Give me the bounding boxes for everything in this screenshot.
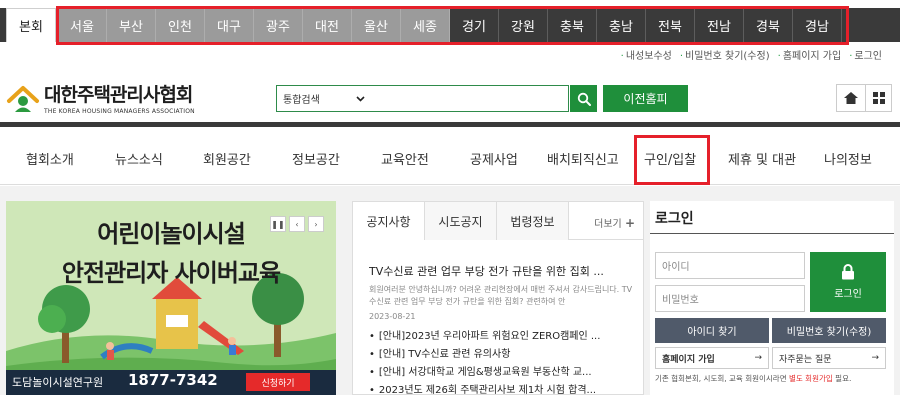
logo-korean-name: 대한주택관리사협회 bbox=[44, 84, 193, 106]
tab-jeonnam[interactable]: 전남 bbox=[695, 8, 744, 42]
list-item[interactable]: • [안내]2023년 우리아파트 위험요인 ZERO캠페인 ... bbox=[369, 328, 637, 346]
grid-icon bbox=[872, 92, 885, 104]
tab-gwangju[interactable]: 광주 bbox=[254, 8, 303, 42]
notice-list: • [안내]2023년 우리아파트 위험요인 ZERO캠페인 ... • [안내] … bbox=[369, 328, 637, 395]
home-button[interactable] bbox=[836, 84, 866, 112]
tab-jeonbuk[interactable]: 전북 bbox=[646, 8, 695, 42]
nav-info[interactable]: 정보공간 bbox=[292, 149, 340, 168]
tab-busan[interactable]: 부산 bbox=[107, 8, 156, 42]
find-id-button[interactable]: 아이디 찾기 bbox=[655, 318, 769, 343]
list-item[interactable]: • [안내] TV수신료 관련 유의사항 bbox=[369, 346, 637, 364]
search-input[interactable] bbox=[369, 86, 568, 111]
site-logo[interactable]: 대한주택관리사협회 THE KOREA HOUSING MANAGERS ASS… bbox=[6, 80, 195, 115]
tab-daegu[interactable]: 대구 bbox=[205, 8, 254, 42]
tab-seoul[interactable]: 서울 bbox=[58, 8, 107, 42]
login-button[interactable]: 로그인 bbox=[810, 252, 886, 312]
arrow-right-icon: → bbox=[754, 353, 762, 363]
faq-link[interactable]: 자주묻는 질문 → bbox=[772, 347, 886, 369]
lock-icon bbox=[842, 264, 854, 280]
util-login[interactable]: · 로그인 bbox=[849, 47, 882, 62]
search-box: 통합검색 bbox=[276, 85, 569, 112]
main-nav: 협회소개 뉴스소식 회원공간 정보공간 교육안전 공제사업 배치퇴직신고 구인/… bbox=[0, 127, 900, 185]
banner-controls: ❚❚ ‹ › bbox=[270, 216, 324, 232]
password-field[interactable]: 비밀번호 bbox=[655, 285, 805, 312]
nav-my-info[interactable]: 나의정보 bbox=[824, 149, 872, 168]
tab-law-info[interactable]: 법령정보 bbox=[497, 202, 569, 240]
more-link[interactable]: 더보기 + bbox=[594, 215, 635, 230]
util-join[interactable]: · 홈페이지 가입 bbox=[778, 47, 842, 62]
banner-apply-button[interactable]: 신청하기 bbox=[246, 373, 310, 391]
region-tab-bar: 본회 서울 부산 인천 대구 광주 대전 울산 세종 경기 강원 충북 충남 전… bbox=[0, 0, 900, 52]
pause-icon[interactable]: ❚❚ bbox=[270, 216, 286, 232]
search-icon bbox=[577, 92, 591, 106]
featured-notice-title[interactable]: TV수신료 관련 업무 부당 전가 규탄을 위한 집회 ... bbox=[369, 263, 634, 279]
tab-notices[interactable]: 공지사항 bbox=[353, 202, 425, 240]
notice-panel: 공지사항 시도공지 법령정보 더보기 + TV수신료 관련 업무 부당 전가 규… bbox=[352, 201, 644, 395]
nav-mutual-aid[interactable]: 공제사업 bbox=[470, 149, 518, 168]
search-scope-value: 통합검색 bbox=[283, 95, 320, 106]
home-icon bbox=[844, 92, 858, 104]
tab-gyeonggi[interactable]: 경기 bbox=[450, 8, 499, 42]
login-panel: 로그인 아이디 비밀번호 로그인 아이디 찾기 비밀번호 찾기(수정) 홈페이지… bbox=[650, 201, 894, 395]
nav-about[interactable]: 협회소개 bbox=[26, 149, 74, 168]
tab-gyeongbuk[interactable]: 경북 bbox=[744, 8, 793, 42]
login-button-label: 로그인 bbox=[834, 289, 862, 300]
nav-partnership[interactable]: 제휴 및 대관 bbox=[728, 149, 796, 168]
featured-notice-date: 2023-08-21 bbox=[369, 312, 416, 321]
tab-gangwon[interactable]: 강원 bbox=[499, 8, 548, 42]
nav-members[interactable]: 회원공간 bbox=[203, 149, 251, 168]
login-note: 기존 협회본회, 시도회, 교육 회원이시라면 별도 회원가입 필요. bbox=[655, 374, 852, 383]
arrow-right-icon: → bbox=[871, 353, 879, 363]
list-item[interactable]: • 2023년도 제26회 주택관리사보 제1차 시험 합격... bbox=[369, 382, 637, 395]
tab-gyeongnam[interactable]: 경남 bbox=[793, 8, 842, 42]
join-link-label: 홈페이지 가입 bbox=[662, 354, 715, 365]
tab-home[interactable]: 본회 bbox=[6, 8, 56, 42]
banner-phone: 1877-7342 bbox=[128, 371, 218, 389]
login-title: 로그인 bbox=[655, 211, 694, 227]
region-tabs: 서울 부산 인천 대구 광주 대전 울산 세종 경기 강원 충북 충남 전북 전… bbox=[58, 8, 842, 42]
banner-org-name: 도담놀이시설연구원 bbox=[12, 376, 104, 389]
list-item[interactable]: • [안내] 서강대학교 게임&평생교육원 부동산학 교... bbox=[369, 364, 637, 382]
tab-chungbuk[interactable]: 충북 bbox=[548, 8, 597, 42]
tab-daejeon[interactable]: 대전 bbox=[303, 8, 352, 42]
join-link[interactable]: 홈페이지 가입 → bbox=[655, 347, 769, 369]
chevron-right-icon[interactable]: › bbox=[308, 216, 324, 232]
tab-ulsan[interactable]: 울산 bbox=[352, 8, 401, 42]
nav-jobs-bids[interactable]: 구인/입찰 bbox=[644, 149, 696, 168]
logo-mark-icon bbox=[6, 81, 40, 115]
tab-regional-notices[interactable]: 시도공지 bbox=[425, 202, 497, 240]
banner-title-line2: 안전관리자 사이버교육 bbox=[61, 259, 281, 287]
faq-link-label: 자주묻는 질문 bbox=[779, 354, 832, 365]
tab-incheon[interactable]: 인천 bbox=[156, 8, 205, 42]
chevron-left-icon[interactable]: ‹ bbox=[289, 216, 305, 232]
user-id-field[interactable]: 아이디 bbox=[655, 252, 805, 279]
previous-homepage-button[interactable]: 이전홈피 bbox=[603, 85, 688, 112]
chevron-down-icon bbox=[356, 95, 365, 102]
utility-links: · 내성보수성 · 비밀번호 찾기(수정) · 홈페이지 가입 · 로그인 bbox=[621, 47, 882, 62]
login-divider bbox=[650, 233, 894, 234]
search-scope-select[interactable]: 통합검색 bbox=[277, 91, 369, 106]
util-link-1[interactable]: · 내성보수성 bbox=[621, 47, 672, 62]
nav-news[interactable]: 뉴스소식 bbox=[115, 149, 163, 168]
search-button[interactable] bbox=[570, 85, 597, 112]
logo-english-name: THE KOREA HOUSING MANAGERS ASSOCIATION bbox=[44, 108, 195, 115]
tab-sejong[interactable]: 세종 bbox=[401, 8, 450, 42]
util-find-password[interactable]: · 비밀번호 찾기(수정) bbox=[680, 47, 770, 62]
nav-education[interactable]: 교육안전 bbox=[381, 149, 429, 168]
featured-notice-body: 회원여러분 안녕하십니까? 어려운 관리현장에서 매번 주셔서 감사드립니다. … bbox=[369, 285, 633, 306]
nav-placement[interactable]: 배치퇴직신고 bbox=[547, 149, 619, 168]
sitemap-button[interactable] bbox=[866, 84, 892, 112]
plus-icon: + bbox=[624, 216, 635, 230]
tab-chungnam[interactable]: 충남 bbox=[597, 8, 646, 42]
find-password-button[interactable]: 비밀번호 찾기(수정) bbox=[772, 318, 886, 343]
